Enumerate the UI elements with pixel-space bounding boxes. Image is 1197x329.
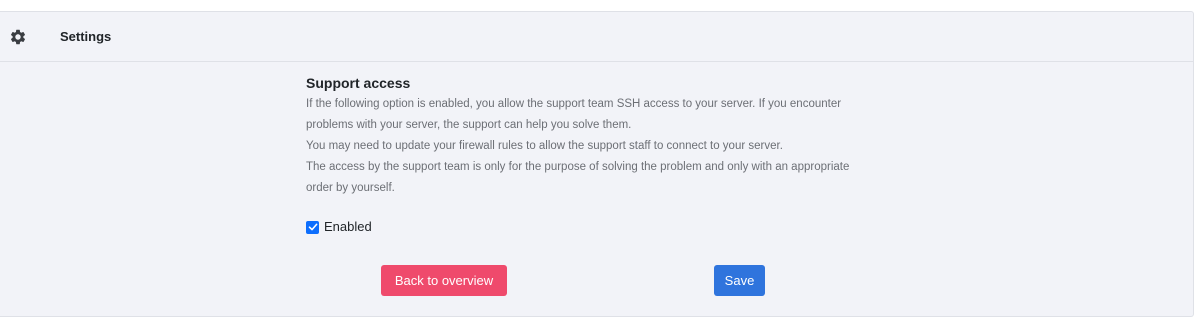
page-title: Settings: [60, 29, 112, 44]
description-line: You may need to update your firewall rul…: [306, 140, 783, 152]
enabled-checkbox[interactable]: [306, 220, 319, 234]
description-line: If the following option is enabled, you …: [306, 98, 842, 110]
checkmark-icon: [308, 223, 317, 231]
enabled-option[interactable]: Enabled: [306, 219, 372, 235]
gear-icon: [9, 28, 27, 46]
support-access-section: Support access If the following option i…: [306, 75, 886, 199]
back-to-overview-button[interactable]: Back to overview: [381, 265, 507, 296]
panel-header: Settings: [0, 12, 1193, 62]
description-line: order by yourself.: [306, 182, 395, 194]
save-button[interactable]: Save: [714, 265, 765, 296]
enabled-label[interactable]: Enabled: [324, 219, 372, 235]
description-line: The access by the support team is only f…: [306, 161, 850, 173]
description-line: problems with your server, the support c…: [306, 119, 632, 131]
section-title: Support access: [306, 75, 411, 91]
